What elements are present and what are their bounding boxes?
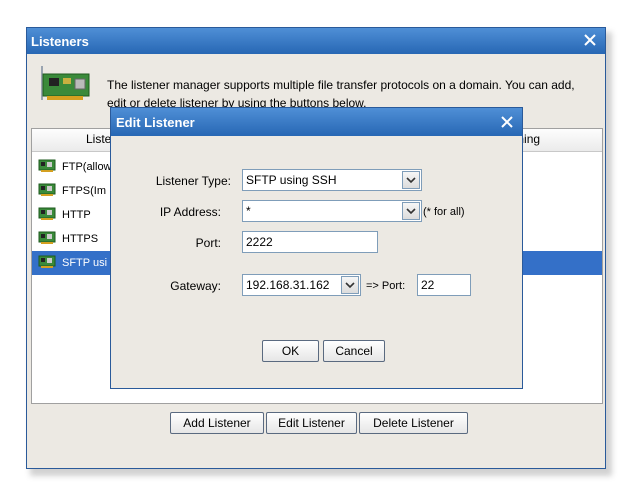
ip-address-label: IP Address:	[159, 205, 221, 219]
window-title: Listeners	[31, 33, 89, 49]
list-item-label: FTP(allow	[62, 161, 112, 173]
gateway-port-label: => Port:	[366, 280, 406, 292]
add-listener-button[interactable]: Add Listener	[170, 412, 264, 434]
network-card-icon	[38, 253, 56, 274]
close-icon[interactable]	[498, 113, 516, 131]
list-item-label: HTTP	[62, 209, 91, 221]
close-icon[interactable]	[581, 31, 599, 49]
network-card-icon	[38, 205, 56, 226]
chevron-down-icon[interactable]	[402, 171, 420, 189]
listener-type-value: SFTP using SSH	[246, 173, 337, 187]
ip-address-value: *	[246, 204, 251, 218]
listener-type-select[interactable]: SFTP using SSH	[242, 169, 422, 191]
edit-listener-dialog: Edit Listener Listener Type: SFTP using …	[110, 107, 523, 389]
list-item-label: FTPS(Im	[62, 185, 106, 197]
gateway-port-field[interactable]: 22	[417, 274, 471, 296]
edit-listener-button[interactable]: Edit Listener	[266, 412, 357, 434]
dialog-titlebar: Edit Listener	[111, 108, 522, 136]
ip-address-select[interactable]: *	[242, 200, 422, 222]
ok-button[interactable]: OK	[262, 340, 319, 362]
gateway-label: Gateway:	[170, 279, 221, 293]
gateway-select[interactable]: 192.168.31.162	[242, 274, 361, 296]
cancel-button[interactable]: Cancel	[323, 340, 385, 362]
chevron-down-icon[interactable]	[402, 202, 420, 220]
network-card-icon	[37, 60, 93, 111]
listener-type-label: Listener Type:	[155, 174, 231, 188]
network-card-icon	[38, 229, 56, 250]
port-field[interactable]: 2222	[242, 231, 378, 253]
list-item-label: HTTPS	[62, 233, 99, 245]
dialog-title: Edit Listener	[116, 114, 195, 130]
chevron-down-icon[interactable]	[341, 276, 359, 294]
port-label: Port:	[195, 236, 221, 250]
gateway-value: 192.168.31.162	[246, 278, 330, 292]
ip-hint: (* for all)	[423, 206, 465, 218]
network-card-icon	[38, 181, 56, 202]
listeners-titlebar: Listeners	[27, 28, 605, 54]
network-card-icon	[38, 157, 56, 178]
list-item-label: SFTP usi	[62, 257, 108, 269]
delete-listener-button[interactable]: Delete Listener	[359, 412, 468, 434]
